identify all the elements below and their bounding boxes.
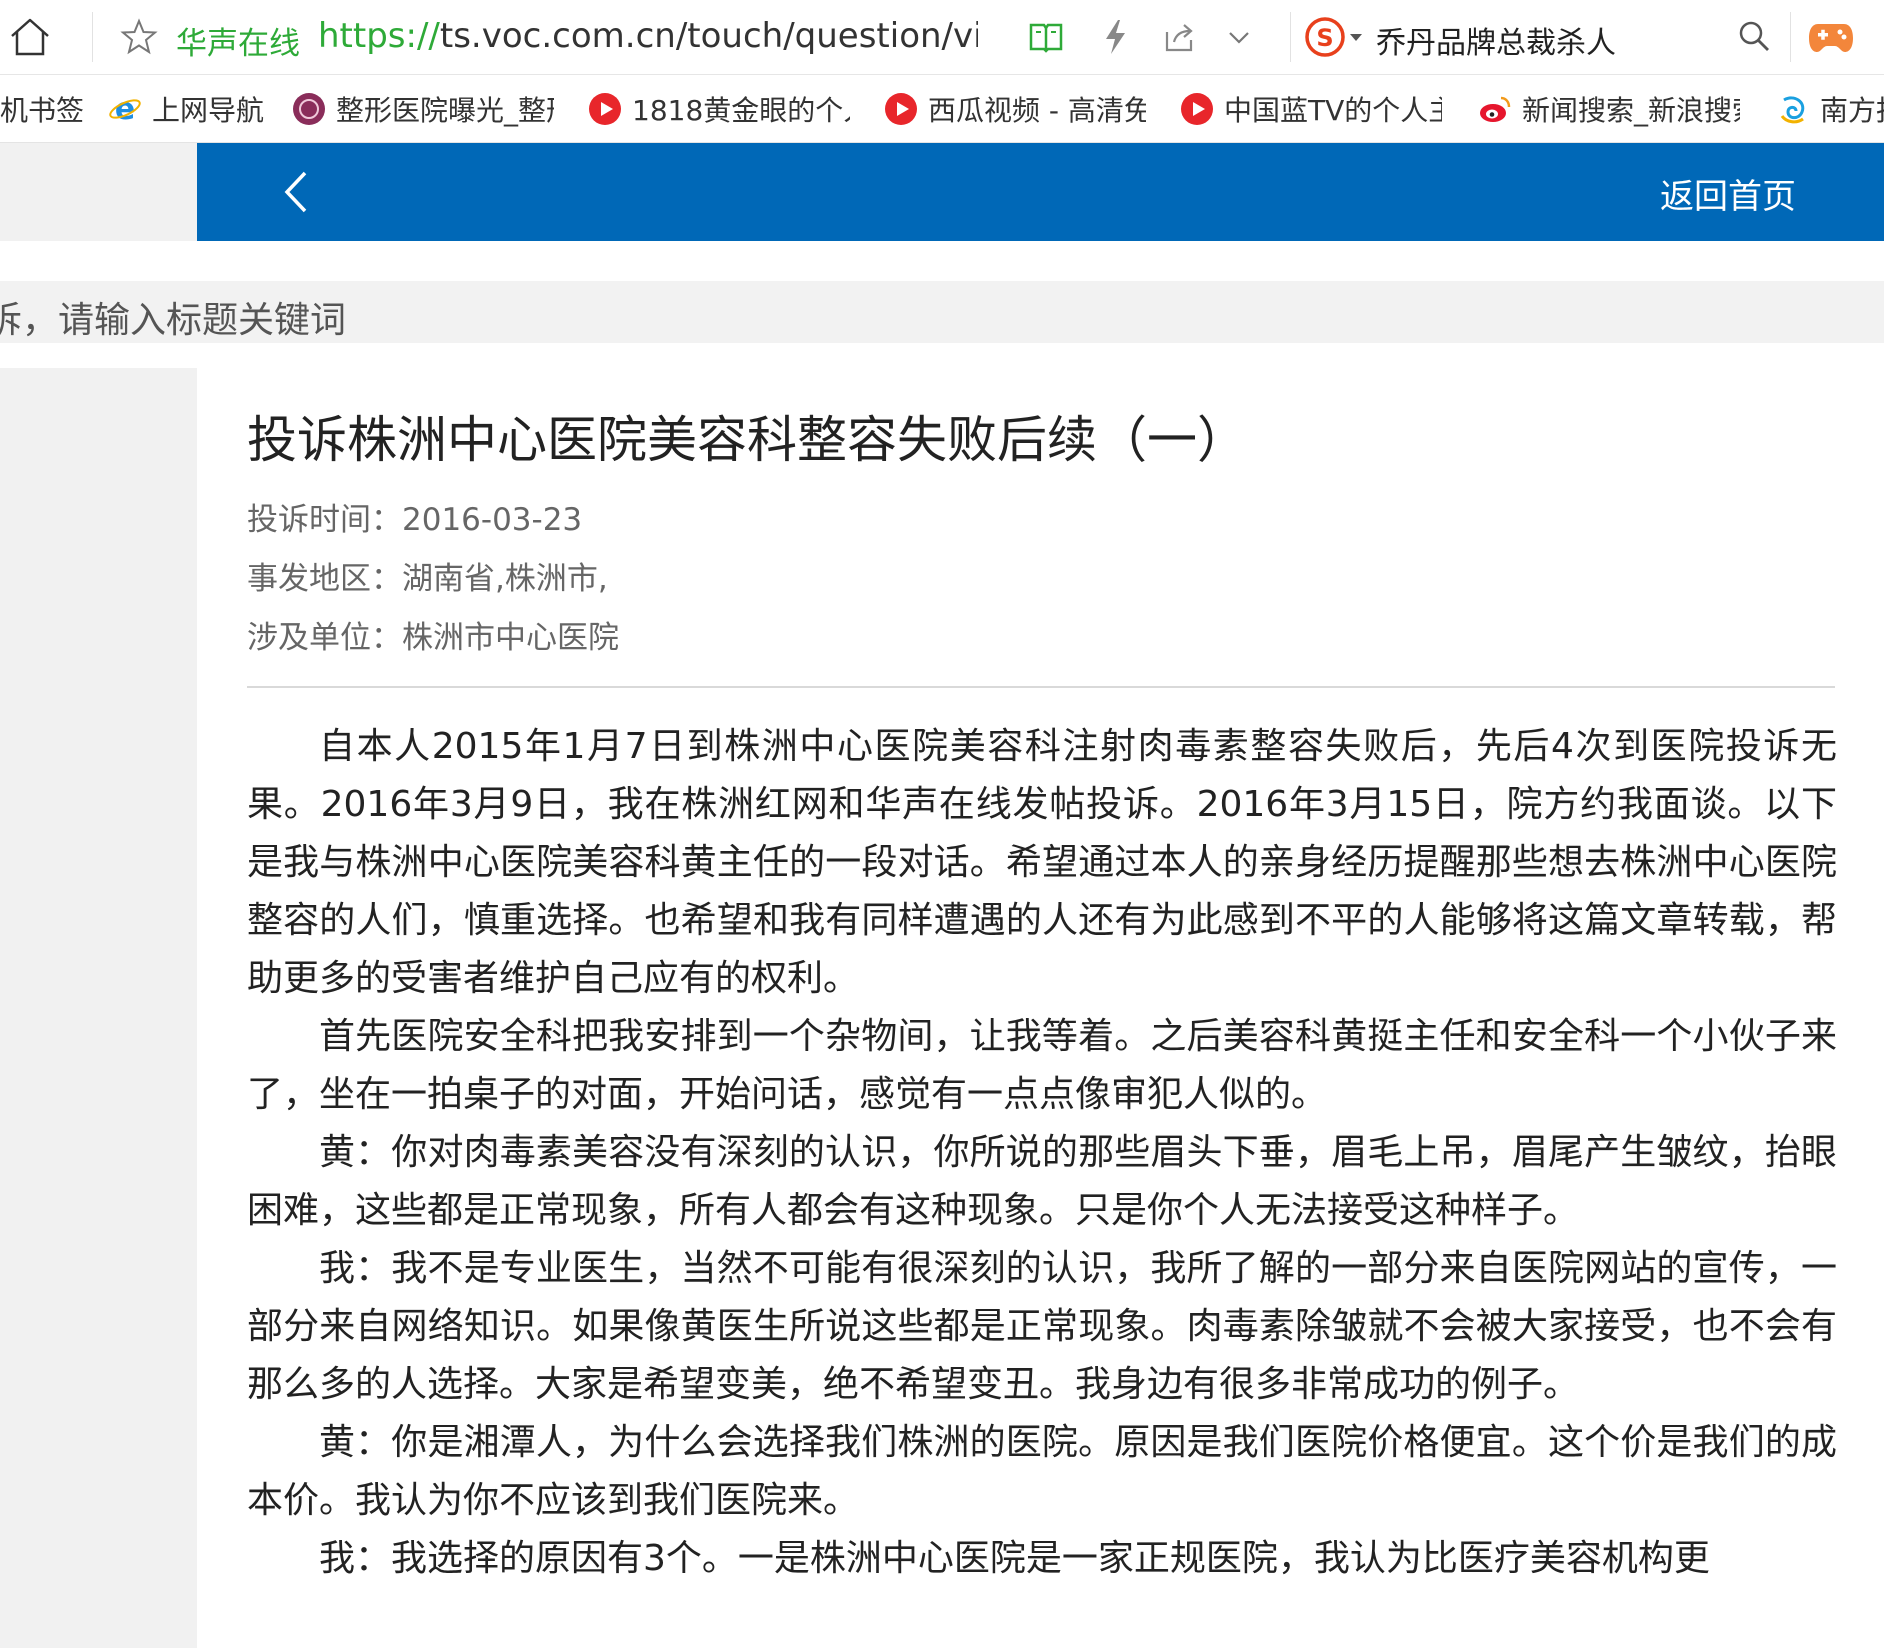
- search-input[interactable]: 诉，请输入标题关键词: [0, 281, 1884, 343]
- meta-region: 事发地区：湖南省,株洲市,: [247, 553, 608, 598]
- bookmark-item[interactable]: 中国蓝TV的个人主: [1180, 75, 1450, 142]
- body-paragraph: 自本人2015年1月7日到株洲中心医院美容科注射肉毒素整容失败后，先后4次到医院…: [247, 726, 1837, 999]
- video-play-icon: [884, 92, 918, 126]
- lightning-icon[interactable]: [1100, 18, 1130, 56]
- bookmark-label: 机书签: [0, 94, 85, 127]
- body-paragraph: 我：我选择的原因有3个。一是株洲中心医院是一家正规医院，我认为比医疗美容机构更: [319, 1538, 1710, 1579]
- bookmark-label: 西瓜视频 - 高清免: [928, 94, 1146, 127]
- bookmark-item[interactable]: 1818黄金眼的个人: [588, 75, 858, 142]
- engine-dropdown-arrow[interactable]: [1350, 34, 1362, 41]
- chevron-down-icon[interactable]: [1224, 22, 1254, 52]
- bookmark-label: 上网导航: [152, 94, 265, 127]
- meta-label: 事发地区：: [247, 561, 402, 597]
- bookmark-item[interactable]: 南方报: [1776, 75, 1884, 142]
- bookmarks-bar: 机书签 e 上网导航 整形医院曝光_整形 1818黄金眼的个人 西瓜视频 - 高…: [0, 75, 1884, 143]
- bookmark-label: 整形医院曝光_整形: [336, 94, 554, 127]
- browser-toolbar: 华声在线 https://ts.voc.com.cn/touch/questio…: [0, 0, 1884, 75]
- body-paragraph: 首先医院安全科把我安排到一个杂物间，让我等着。之后美容科黄挺主任和安全科一个小伙…: [247, 1016, 1837, 1115]
- search-placeholder: 诉，请输入标题关键词: [0, 300, 347, 341]
- toolbar-divider: [1290, 12, 1291, 62]
- return-home-link[interactable]: 返回首页: [1660, 169, 1796, 218]
- url-scheme: https://: [318, 16, 440, 56]
- meta-complaint-time: 投诉时间：2016-03-23: [247, 494, 582, 539]
- video-play-icon: [1180, 92, 1214, 126]
- toolbar-divider: [1790, 12, 1791, 62]
- svg-text:S: S: [1316, 24, 1333, 52]
- body-paragraph: 黄：你对肉毒素美容没有深刻的认识，你所说的那些眉头下垂，眉毛上吊，眉尾产生皱纹，…: [247, 1132, 1837, 1231]
- search-query[interactable]: 乔丹品牌总裁杀人: [1376, 18, 1616, 62]
- meta-value: 湖南省,株洲市,: [402, 561, 608, 597]
- share-icon[interactable]: [1162, 20, 1196, 54]
- bookmark-item[interactable]: e 上网导航: [108, 75, 278, 142]
- ie-icon: e: [108, 92, 142, 127]
- star-icon[interactable]: [120, 18, 158, 56]
- bookmark-label: 南方报: [1820, 94, 1884, 127]
- video-play-icon: [588, 92, 622, 126]
- home-icon[interactable]: [8, 16, 52, 58]
- meta-value: 株洲市中心医院: [402, 620, 619, 656]
- clinic-icon: [292, 92, 326, 126]
- bookmark-label: 新闻搜索_新浪搜索: [1522, 94, 1740, 127]
- bookmark-item[interactable]: 西瓜视频 - 高清免: [884, 75, 1154, 142]
- bookmark-item[interactable]: 新闻搜索_新浪搜索: [1478, 75, 1748, 142]
- swirl-icon: [1776, 92, 1810, 126]
- page-side-background: [0, 368, 197, 1648]
- site-name: 华声在线: [176, 26, 300, 62]
- page-header: 返回首页: [197, 143, 1884, 241]
- sogou-icon[interactable]: S: [1304, 16, 1346, 58]
- article-title: 投诉株洲中心医院美容科整容失败后续（一）: [247, 411, 1247, 469]
- meta-unit: 涉及单位：株洲市中心医院: [247, 612, 619, 657]
- spacer: [0, 343, 1884, 368]
- body-paragraph: 我：我不是专业医生，当然不可能有很深刻的认识，我所了解的一部分来自医院网站的宣传…: [247, 1248, 1837, 1405]
- svg-text:e: e: [115, 92, 135, 126]
- page-side-background: [0, 143, 197, 241]
- search-icon[interactable]: [1736, 18, 1772, 54]
- meta-label: 涉及单位：: [247, 620, 402, 656]
- url-path: ts.voc.com.cn/touch/question/view/3: [439, 16, 978, 56]
- back-arrow-icon[interactable]: [277, 167, 317, 217]
- reader-icon[interactable]: [1028, 20, 1064, 54]
- weibo-icon: [1478, 92, 1512, 126]
- meta-value: 2016-03-23: [402, 502, 583, 538]
- bookmark-label: 中国蓝TV的个人主: [1224, 94, 1442, 127]
- divider: [247, 686, 1835, 688]
- article-body: 自本人2015年1月7日到株洲中心医院美容科注射肉毒素整容失败后，先后4次到医院…: [247, 718, 1837, 1588]
- meta-label: 投诉时间：: [247, 502, 402, 538]
- toolbar-divider: [92, 12, 93, 62]
- game-icon[interactable]: [1808, 16, 1854, 58]
- body-paragraph: 黄：你是湘潭人，为什么会选择我们株洲的医院。原因是我们医院价格便宜。这个价是我们…: [247, 1422, 1837, 1521]
- spacer: [0, 241, 1884, 281]
- bookmark-label: 1818黄金眼的个人: [632, 94, 850, 127]
- address-field[interactable]: https://ts.voc.com.cn/touch/question/vie…: [318, 16, 978, 56]
- bookmark-item[interactable]: 整形医院曝光_整形: [292, 75, 562, 142]
- article-card: 投诉株洲中心医院美容科整容失败后续（一） 投诉时间：2016-03-23 事发地…: [197, 368, 1884, 1648]
- bookmark-item[interactable]: 机书签: [0, 75, 90, 142]
